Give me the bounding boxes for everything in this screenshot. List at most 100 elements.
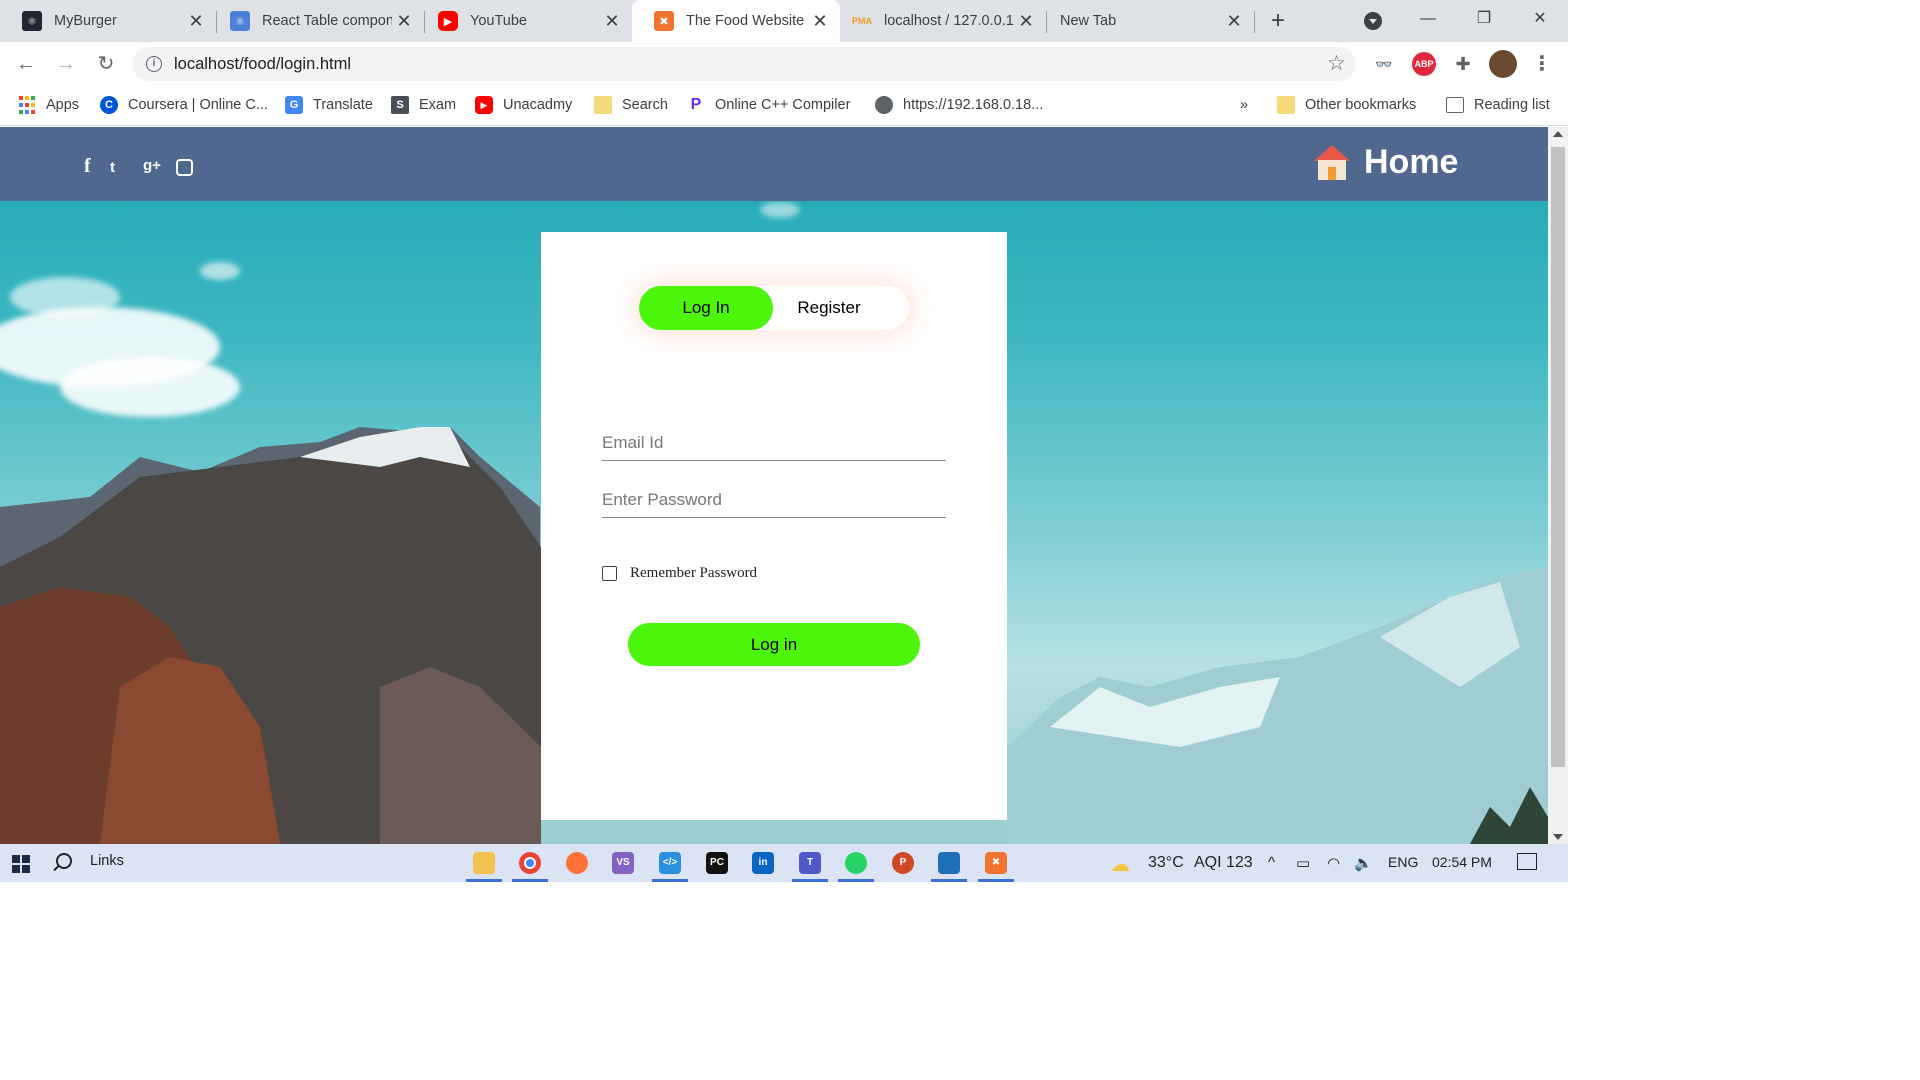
volume-icon[interactable]: 🔈 (1354, 854, 1373, 872)
new-tab-plus-icon[interactable]: + (1264, 8, 1292, 36)
page-viewport: f t g+ ig Home Log In Register Remember … (0, 127, 1548, 844)
scroll-up-icon[interactable] (1553, 131, 1563, 137)
bookmark-apps[interactable]: Apps (18, 94, 79, 116)
weather-aqi[interactable]: AQI 123 (1194, 854, 1253, 872)
tab-myburger[interactable]: ⚛ MyBurger ✕ (0, 0, 217, 42)
login-submit-button[interactable]: Log in (628, 623, 920, 666)
taskbar-active-indicator (652, 879, 688, 882)
tab-divider (1254, 11, 1255, 33)
extension-mask-icon[interactable]: 👓 (1372, 52, 1396, 76)
address-url[interactable]: localhost/food/login.html (174, 55, 351, 74)
restore-icon[interactable]: ❐ (1464, 4, 1504, 34)
bookmark-unacadmy[interactable]: ▶ Unacadmy (475, 94, 572, 116)
forward-arrow-icon[interactable]: → (52, 50, 80, 78)
xampp-icon[interactable]: ✖ (985, 852, 1007, 874)
weather-cloud-sun-icon[interactable]: ☁ (1110, 852, 1130, 877)
twitter-icon[interactable]: t (110, 159, 115, 176)
taskbar-active-indicator (466, 879, 502, 882)
clock-time[interactable]: 02:54 PM (1432, 854, 1492, 870)
tab-search-icon[interactable] (1364, 12, 1382, 30)
apps-grid-icon (18, 96, 36, 114)
bookmark-coursera[interactable]: C Coursera | Online C... (100, 94, 268, 116)
tab-react-table[interactable]: ⚛ React Table compon ✕ (208, 0, 425, 42)
site-info-icon[interactable]: i (146, 56, 162, 72)
taskbar-search[interactable]: Links (56, 853, 124, 869)
wifi-icon[interactable]: ◠ (1327, 854, 1340, 872)
page-scrollbar[interactable] (1548, 127, 1568, 844)
scroll-down-icon[interactable] (1553, 834, 1563, 840)
bookmark-ip-address[interactable]: https://192.168.0.18... (875, 94, 1043, 116)
minimize-icon[interactable]: — (1408, 4, 1448, 34)
taskbar-search-label: Links (90, 853, 124, 869)
remember-label[interactable]: Remember Password (630, 565, 757, 582)
address-bar[interactable]: i localhost/food/login.html ☆ (132, 47, 1356, 81)
remember-password-row: Remember Password (602, 565, 757, 582)
close-icon[interactable]: ✕ (808, 11, 832, 32)
tab-food-website[interactable]: ✖ The Food Website ✕ (632, 0, 840, 42)
tab-phpmyadmin[interactable]: PMA localhost / 127.0.0.1 ✕ (830, 0, 1047, 42)
close-icon[interactable]: ✕ (184, 11, 208, 32)
bookmark-star-icon[interactable]: ☆ (1327, 51, 1346, 76)
home-link[interactable]: Home (1314, 143, 1458, 182)
chrome-icon[interactable] (519, 852, 541, 874)
password-input[interactable] (602, 482, 946, 517)
email-field (602, 425, 946, 461)
back-arrow-icon[interactable]: ← (12, 50, 40, 78)
close-icon[interactable]: ✕ (1014, 11, 1038, 32)
window-close-icon[interactable]: ✕ (1520, 4, 1560, 34)
visual-studio-icon[interactable]: VS (612, 852, 634, 874)
email-input[interactable] (602, 425, 946, 460)
tab-title: New Tab (1060, 13, 1117, 29)
weather-temperature[interactable]: 33°C (1148, 854, 1184, 872)
bookmark-search[interactable]: Search (594, 94, 668, 116)
vscode-icon[interactable]: </> (659, 852, 681, 874)
battery-icon[interactable]: ▭ (1296, 854, 1310, 872)
translate-icon: G (285, 96, 303, 114)
whatsapp-icon[interactable] (845, 852, 867, 874)
teams-icon[interactable]: T (799, 852, 821, 874)
globe-icon (875, 96, 893, 114)
tab-new-tab[interactable]: New Tab ✕ (1038, 0, 1255, 42)
instagram-icon[interactable]: ig (176, 159, 193, 176)
profile-avatar[interactable] (1489, 50, 1517, 78)
bookmark-translate[interactable]: G Translate (285, 94, 373, 116)
bookmark-other[interactable]: Other bookmarks (1277, 94, 1416, 116)
bookmark-cpp-compiler[interactable]: P Online C++ Compiler (687, 94, 851, 116)
tab-register[interactable]: Register (762, 286, 896, 330)
show-hidden-icons-chevron-icon[interactable]: ^ (1268, 854, 1275, 871)
password-field (602, 482, 946, 518)
tab-youtube[interactable]: ▶ YouTube ✕ (416, 0, 632, 42)
file-explorer-icon[interactable] (473, 852, 495, 874)
tab-login[interactable]: Log In (639, 286, 773, 330)
reading-list[interactable]: Reading list (1446, 94, 1550, 116)
linkedin-icon[interactable]: in (752, 852, 774, 874)
close-icon[interactable]: ✕ (600, 11, 624, 32)
tab-title: MyBurger (54, 13, 117, 29)
pycharm-icon[interactable]: PC (706, 852, 728, 874)
browser-menu-icon[interactable]: ⋮ (1528, 50, 1556, 78)
remember-checkbox[interactable] (602, 566, 617, 581)
scrollbar-thumb[interactable] (1551, 147, 1565, 767)
photos-icon[interactable] (938, 852, 960, 874)
youtube-icon: ▶ (438, 11, 458, 31)
home-label: Home (1364, 143, 1459, 181)
house-icon (1314, 144, 1350, 181)
bookmark-label: https://192.168.0.18... (903, 97, 1044, 113)
adblock-plus-icon[interactable]: ABP (1412, 52, 1436, 76)
firefox-icon[interactable] (566, 852, 588, 874)
extensions-puzzle-icon[interactable]: ✚ (1451, 52, 1475, 76)
powerpoint-icon[interactable]: P (892, 852, 914, 874)
react-icon: ⚛ (22, 11, 42, 31)
taskbar-active-indicator (838, 879, 874, 882)
browser-tabstrip: ⚛ MyBurger ✕ ⚛ React Table compon ✕ ▶ Yo… (0, 0, 1568, 42)
facebook-icon[interactable]: f (84, 155, 91, 178)
language-indicator[interactable]: ENG (1388, 854, 1418, 870)
windows-start-icon[interactable] (12, 855, 30, 873)
notification-center-icon[interactable] (1517, 853, 1537, 870)
close-icon[interactable]: ✕ (1222, 11, 1246, 32)
google-plus-icon[interactable]: g+ (143, 157, 161, 174)
close-icon[interactable]: ✕ (392, 11, 416, 32)
bookmark-exam[interactable]: S Exam (391, 94, 456, 116)
bookmarks-overflow-chevron-icon[interactable]: » (1240, 94, 1248, 116)
reload-icon[interactable]: ↻ (92, 50, 120, 78)
